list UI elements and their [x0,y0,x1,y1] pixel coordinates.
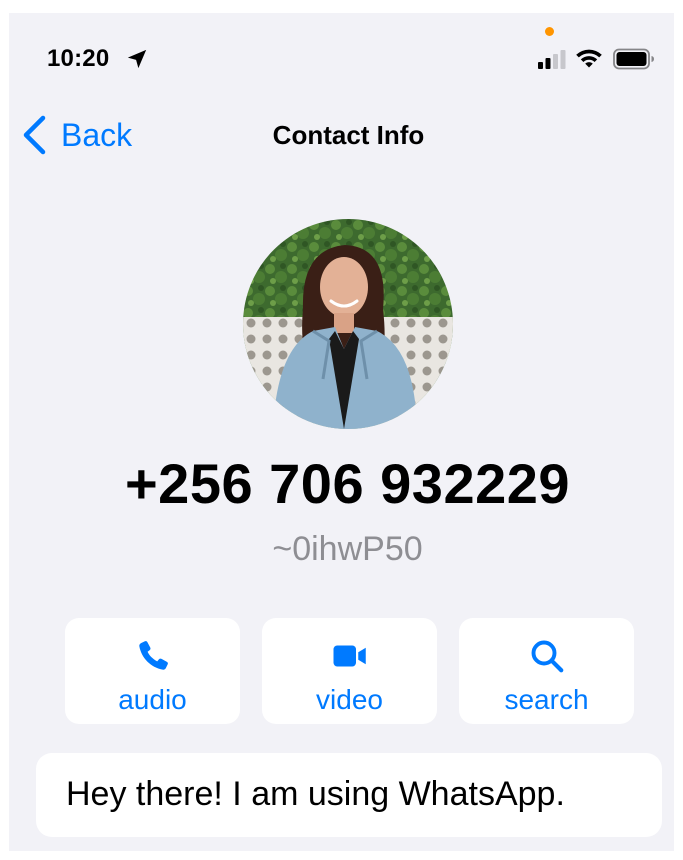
contact-photo [243,219,453,429]
audio-call-button[interactable]: audio [65,618,240,724]
search-button-label: search [504,684,589,715]
location-arrow-icon [127,49,147,69]
contact-info-screen: 10:20 Back Contact Info +256 706 932229 … [9,13,674,851]
status-time: 10:20 [47,45,110,72]
contact-phone-number: +256 706 932229 [124,452,571,515]
status-bar: 10:20 [9,13,674,103]
video-camera-icon [333,645,366,667]
wifi-icon [576,49,602,68]
cellular-signal-icon [538,50,566,69]
contact-username: ~0ihwP50 [272,530,423,568]
video-call-button[interactable]: video [262,618,437,724]
page-title: Contact Info [272,120,425,150]
video-button-label: video [316,684,383,715]
privacy-indicator-dot [545,27,554,36]
search-button[interactable]: search [459,618,634,724]
battery-icon [613,48,654,70]
search-icon [531,640,563,673]
phone-icon [138,641,168,670]
contact-avatar[interactable] [243,219,453,429]
about-status-text: Hey there! I am using WhatsApp. [66,775,565,813]
audio-button-label: audio [118,684,187,715]
about-card[interactable]: Hey there! I am using WhatsApp. [36,753,662,837]
